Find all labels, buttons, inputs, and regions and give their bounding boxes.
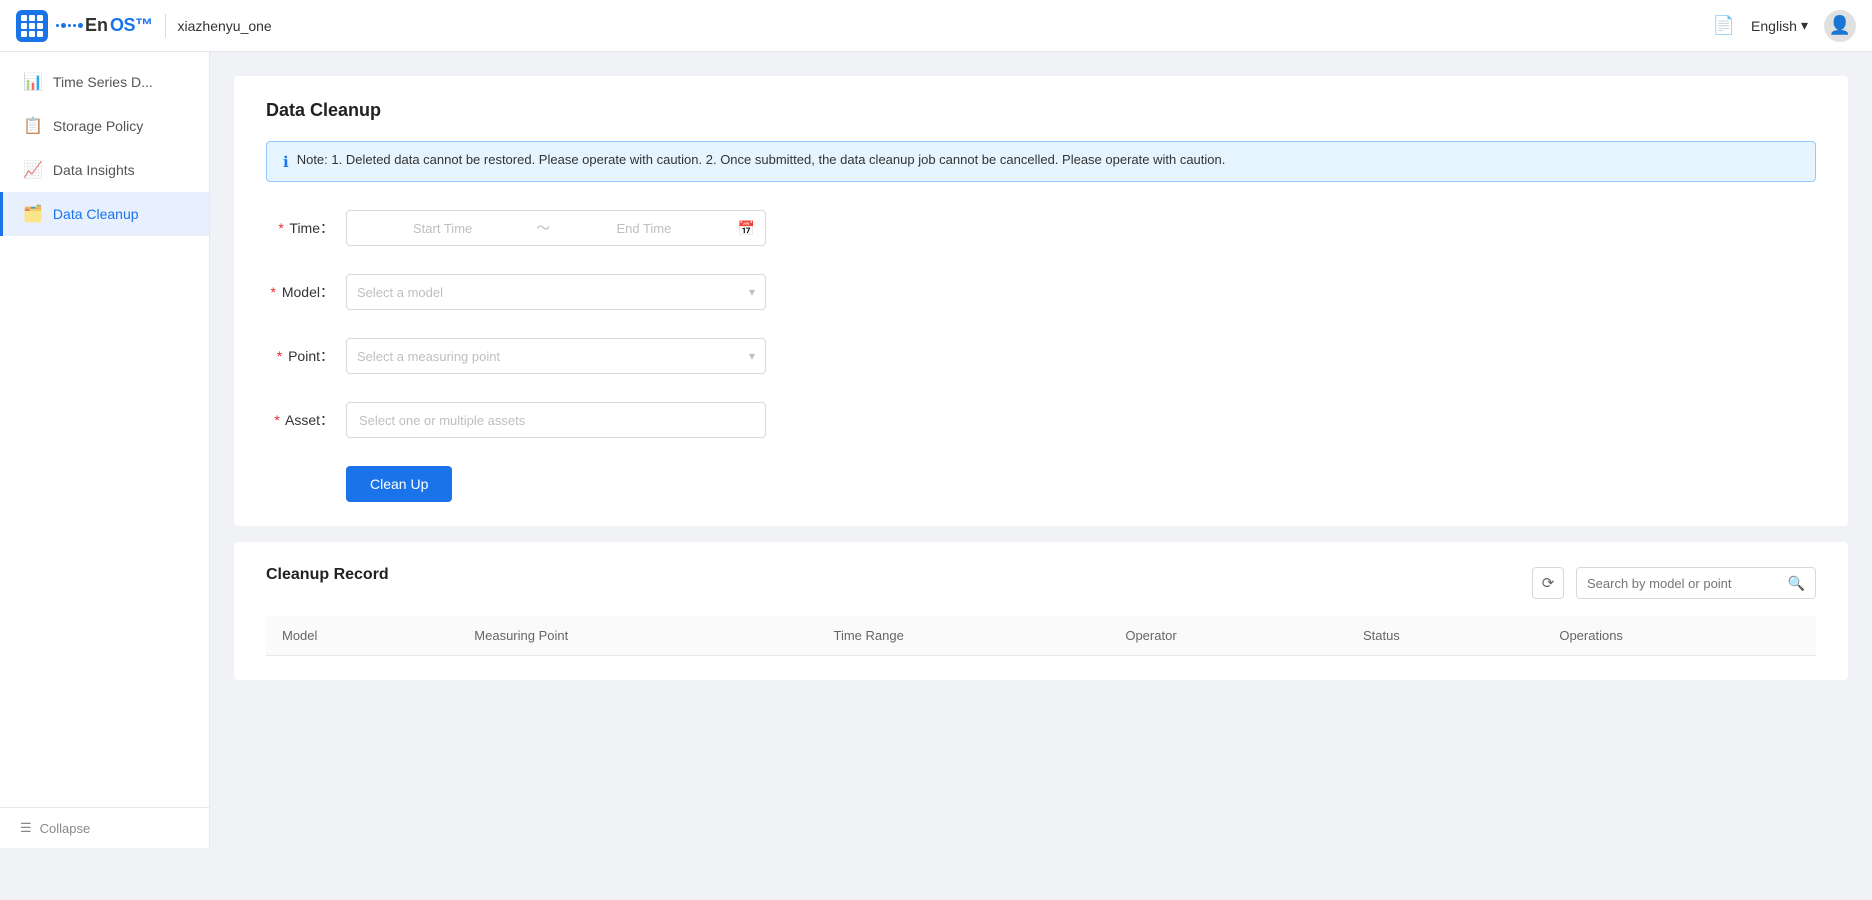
sidebar-item-storage-policy[interactable]: 📋 Storage Policy: [0, 104, 209, 148]
record-header: Cleanup Record ⟳ 🔍: [266, 566, 1816, 600]
sidebar-item-label: Data Insights: [53, 162, 135, 178]
data-insights-icon: 📈: [23, 160, 43, 180]
calendar-icon: 📅: [738, 220, 755, 237]
asset-label-text: Asset: [285, 412, 320, 428]
main-layout: 📊 Time Series D... 📋 Storage Policy 📈 Da…: [0, 52, 1872, 848]
col-time-range: Time Range: [818, 616, 1110, 656]
model-select-container: Select a model ▾: [346, 274, 766, 310]
chevron-down-icon: ▾: [1801, 17, 1808, 34]
sidebar-collapse-button[interactable]: ☰ Collapse: [0, 807, 209, 848]
time-label: * Time：: [266, 218, 346, 238]
form-row-point: * Point： Select a measuring point ▾: [266, 338, 1816, 374]
required-star: *: [274, 412, 279, 428]
end-time-placeholder: End Time: [558, 221, 729, 236]
info-icon: ℹ: [283, 153, 289, 171]
sidebar-item-label: Data Cleanup: [53, 206, 139, 222]
enos-en-text: En: [85, 15, 108, 36]
form-row-submit: Clean Up: [346, 466, 1816, 502]
required-star: *: [278, 220, 283, 236]
cleanup-record-card: Cleanup Record ⟳ 🔍 Model Measuring: [234, 542, 1848, 680]
enos-os-text: OS™: [110, 15, 153, 36]
chevron-down-icon: ▾: [749, 349, 755, 363]
time-range-picker: Start Time ～ End Time 📅: [346, 210, 766, 246]
collapse-label: Collapse: [40, 821, 91, 836]
topbar-divider: [165, 14, 166, 38]
sidebar-item-label: Storage Policy: [53, 118, 143, 134]
point-label: * Point：: [266, 346, 346, 366]
model-label: * Model：: [266, 282, 346, 302]
avatar[interactable]: 👤: [1824, 10, 1856, 42]
data-cleanup-card: Data Cleanup ℹ Note: 1. Deleted data can…: [234, 76, 1848, 526]
search-input[interactable]: [1587, 576, 1780, 591]
app-grid-icon[interactable]: [16, 10, 48, 42]
search-box[interactable]: 🔍: [1576, 567, 1816, 599]
col-operations: Operations: [1543, 616, 1816, 656]
time-series-icon: 📊: [23, 72, 43, 92]
chevron-down-icon: ▾: [749, 285, 755, 299]
cleanup-record-table: Model Measuring Point Time Range Operato…: [266, 616, 1816, 656]
clean-up-button[interactable]: Clean Up: [346, 466, 452, 502]
time-range-input[interactable]: Start Time ～ End Time 📅: [346, 210, 766, 246]
table-header: Model Measuring Point Time Range Operato…: [266, 616, 1816, 656]
collapse-icon: ☰: [20, 820, 32, 836]
model-select[interactable]: Select a model ▾: [346, 274, 766, 310]
sidebar-item-data-cleanup[interactable]: 🗂️ Data Cleanup: [0, 192, 209, 236]
form-row-time: * Time： Start Time ～ End Time 📅: [266, 210, 1816, 246]
col-status: Status: [1347, 616, 1543, 656]
doc-icon[interactable]: 📄: [1713, 15, 1735, 36]
lang-label: English: [1751, 18, 1797, 34]
storage-policy-icon: 📋: [23, 116, 43, 136]
start-time-placeholder: Start Time: [357, 221, 528, 236]
record-section-title: Cleanup Record: [266, 566, 389, 584]
required-star: *: [277, 348, 282, 364]
enos-dots-icon: [56, 23, 83, 28]
sidebar-item-time-series[interactable]: 📊 Time Series D...: [0, 60, 209, 104]
enos-logo: En OS™: [56, 15, 153, 36]
asset-input[interactable]: Select one or multiple assets: [346, 402, 766, 438]
logo-area: En OS™: [16, 10, 153, 42]
data-cleanup-icon: 🗂️: [23, 204, 43, 224]
model-placeholder: Select a model: [357, 285, 443, 300]
point-label-text: Point: [288, 348, 320, 364]
col-model: Model: [266, 616, 458, 656]
sidebar: 📊 Time Series D... 📋 Storage Policy 📈 Da…: [0, 52, 210, 848]
refresh-icon: ⟳: [1542, 574, 1555, 592]
record-actions: ⟳ 🔍: [1532, 567, 1816, 599]
col-measuring-point: Measuring Point: [458, 616, 817, 656]
table-header-row: Model Measuring Point Time Range Operato…: [266, 616, 1816, 656]
topbar-right: 📄 English ▾ 👤: [1713, 10, 1856, 42]
topbar-username: xiazhenyu_one: [178, 18, 272, 34]
sidebar-item-label: Time Series D...: [53, 74, 153, 90]
point-select-container: Select a measuring point ▾: [346, 338, 766, 374]
model-label-text: Model: [282, 284, 320, 300]
sidebar-item-data-insights[interactable]: 📈 Data Insights: [0, 148, 209, 192]
alert-info: ℹ Note: 1. Deleted data cannot be restor…: [266, 141, 1816, 182]
time-label-text: Time: [289, 220, 320, 236]
asset-input-container: Select one or multiple assets: [346, 402, 766, 438]
main-content: Data Cleanup ℹ Note: 1. Deleted data can…: [210, 52, 1872, 848]
form-row-asset: * Asset： Select one or multiple assets: [266, 402, 1816, 438]
required-star: *: [271, 284, 276, 300]
refresh-button[interactable]: ⟳: [1532, 567, 1564, 599]
asset-label: * Asset：: [266, 410, 346, 430]
time-separator: ～: [536, 218, 550, 238]
point-placeholder: Select a measuring point: [357, 349, 500, 364]
search-icon: 🔍: [1788, 575, 1805, 592]
topbar: En OS™ xiazhenyu_one 📄 English ▾ 👤: [0, 0, 1872, 52]
page-title: Data Cleanup: [266, 100, 1816, 121]
language-selector[interactable]: English ▾: [1751, 17, 1808, 34]
col-operator: Operator: [1109, 616, 1347, 656]
form-row-model: * Model： Select a model ▾: [266, 274, 1816, 310]
point-select[interactable]: Select a measuring point ▾: [346, 338, 766, 374]
asset-placeholder: Select one or multiple assets: [359, 413, 525, 428]
alert-text: Note: 1. Deleted data cannot be restored…: [297, 152, 1226, 167]
